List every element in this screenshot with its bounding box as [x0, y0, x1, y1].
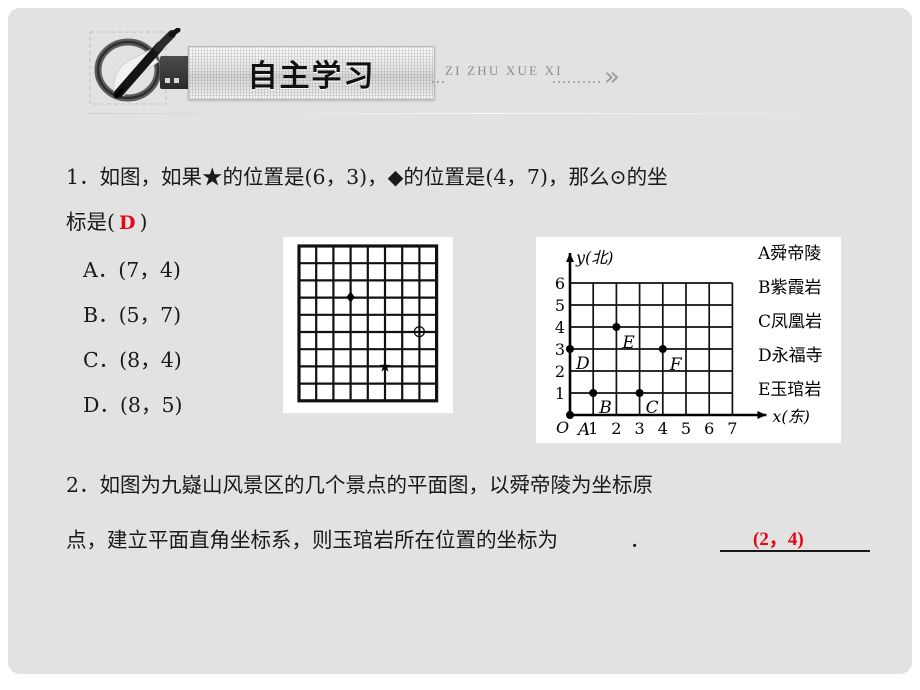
question-2-number: 2． — [66, 473, 100, 497]
pinyin-dotted-leader-left — [432, 81, 444, 83]
legend-entry: B紫霞岩 — [758, 278, 822, 298]
circle-dot-marker: ⊙ — [412, 322, 426, 342]
diamond-marker: ♦ — [344, 289, 357, 307]
y-tick-label: 5 — [555, 296, 565, 315]
x-axis-label: x(东) — [772, 407, 810, 426]
point-label-b: B — [598, 398, 612, 418]
coordinate-figure: x(东)y(北) AB CDEF O 1 2 3 4 5 6 7123456 A舜帝陵B紫霞岩C… — [555, 244, 823, 440]
x-tick-label: 1 — [588, 419, 598, 438]
section-title-banner: 自主学习 — [188, 46, 435, 100]
point-label-d: D — [575, 354, 590, 374]
header-divider — [88, 113, 808, 114]
legend-entry: D永福寺 — [758, 346, 823, 366]
question-1-number: 1． — [66, 165, 100, 189]
question-1-stem-line-1: 1．如图，如果★的位置是(6，3)，◆的位置是(4，7)，那么⊙的坐 — [66, 160, 668, 190]
legend-entry: E玉琯岩 — [758, 380, 821, 400]
chevron-right-icon: » — [604, 62, 620, 92]
y-tick-label: 1 — [555, 384, 565, 403]
star-marker: ★ — [378, 357, 391, 375]
y-tick-label: 4 — [555, 318, 565, 337]
legend-entry: C凤凰岩 — [758, 312, 822, 332]
option-d[interactable]: D．(8，5) — [83, 388, 183, 418]
figure-grid-panel: ♦ ★ ⊙ — [283, 237, 453, 413]
question-2-stem-text-2: 点，建立平面直角坐标系，则玉琯岩所在位置的坐标为 — [66, 528, 558, 552]
question-2-stem-line-2: 点，建立平面直角坐标系，则玉琯岩所在位置的坐标为 ． — [66, 523, 650, 553]
question-1-stem-text: 如图，如果★的位置是(6，3)，◆的位置是(4，7)，那么⊙的坐 — [99, 165, 668, 189]
data-point-b — [589, 389, 598, 397]
point-label-c: C — [646, 398, 659, 418]
page-title: 自主学习 — [247, 59, 376, 94]
connector-dots — [165, 78, 183, 83]
question-1-answer-suffix: ) — [139, 210, 148, 234]
data-point-d — [566, 345, 574, 353]
legend-entry: A舜帝陵 — [757, 244, 821, 264]
pinyin-dotted-leader-right — [553, 81, 603, 83]
y-tick-label: 3 — [555, 340, 565, 359]
x-tick-label: 4 — [658, 419, 668, 438]
grid-figure: ♦ ★ ⊙ — [297, 244, 439, 403]
option-a[interactable]: A．(7，4) — [83, 253, 181, 283]
y-axis-label: y(北) — [575, 248, 614, 267]
slide-header: 自主学习 ZI ZHU XUE XI » — [8, 8, 912, 128]
section-title-pinyin: ZI ZHU XUE XI — [445, 63, 563, 78]
x-tick-label: 6 — [704, 419, 714, 438]
x-tick-label: 7 — [727, 419, 737, 438]
question-1-answer: D — [119, 212, 136, 234]
point-label-e: E — [621, 333, 635, 353]
question-1-stem-line-2: 标是(D) — [66, 205, 147, 235]
question-2-stem-line-1: 2．如图为九嶷山风景区的几个景点的平面图，以舜帝陵为坐标原 — [66, 468, 653, 498]
x-tick-label: 2 — [611, 419, 621, 438]
figure-coordinate-panel: x(东) y(北) ABCDEF O1234567123456 A舜帝陵 B紫霞岩 C… — [536, 237, 841, 443]
slide-canvas: 自主学习 ZI ZHU XUE XI » 1．如图，如果★的位置是(6，3)，◆… — [8, 8, 912, 674]
option-c[interactable]: C．(8，4) — [83, 343, 182, 373]
data-point-e — [612, 323, 621, 331]
question-2-stem-text: 如图为九嶷山风景区的几个景点的平面图，以舜帝陵为坐标原 — [99, 473, 654, 497]
option-b[interactable]: B．(5，7) — [83, 298, 181, 328]
y-tick-label: 2 — [555, 362, 565, 381]
question-2-answer: (2，4) — [753, 529, 804, 550]
origin-label: O — [556, 418, 569, 437]
y-tick-label: 6 — [555, 274, 565, 293]
question-1-answer-prefix: 标是( — [66, 210, 115, 234]
question-2-tail: ． — [629, 528, 651, 552]
point-label-f: F — [669, 355, 683, 375]
data-point-c — [635, 389, 644, 397]
x-tick-label: 3 — [635, 419, 645, 438]
x-tick-label: 5 — [681, 419, 691, 438]
data-point-f — [658, 345, 667, 353]
